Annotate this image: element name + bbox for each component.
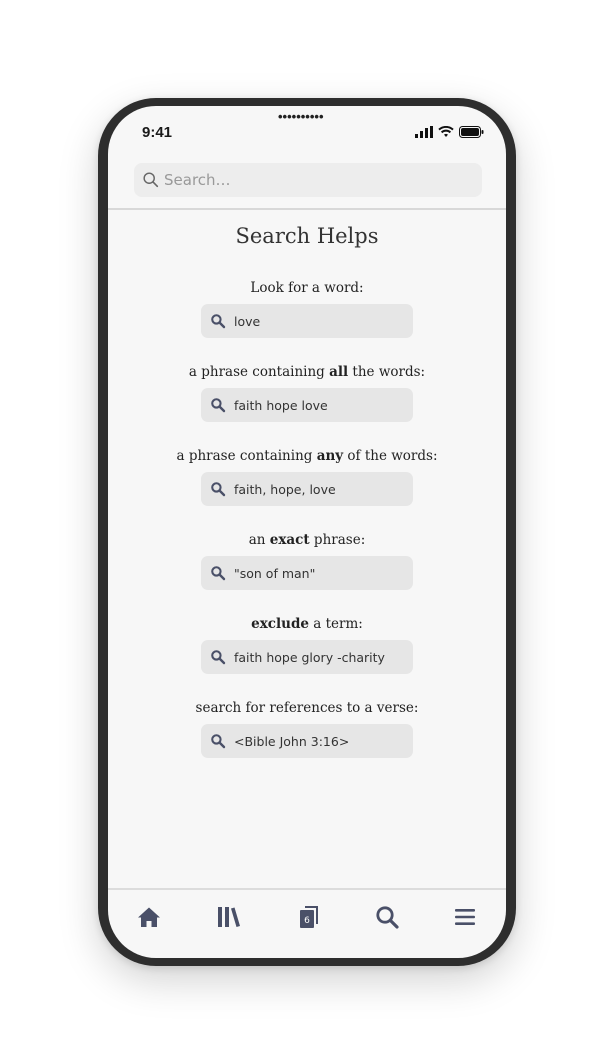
tab-search[interactable] [372, 902, 402, 932]
help-item-any-words: a phrase containing any of the words: fa… [108, 446, 506, 506]
tab-open-tabs[interactable]: 6 [294, 902, 324, 932]
search-icon [211, 566, 226, 581]
notch-indicator: •••••••••• [278, 109, 324, 124]
tab-bar: 6 [108, 896, 506, 946]
help-label: search for references to a verse: [195, 700, 419, 716]
wifi-icon [438, 126, 454, 137]
example-text: "son of man" [234, 565, 316, 581]
search-icon [211, 482, 226, 497]
app-screen: 9:41 •••••••••• Search… Search Helps Loo… [108, 106, 506, 958]
example-search-box[interactable]: faith hope love [201, 388, 413, 422]
help-label: a phrase containing any of the words: [176, 448, 438, 464]
tab-bar-divider [108, 888, 506, 890]
help-item-word: Look for a word: love [108, 278, 506, 338]
search-icon [143, 172, 159, 188]
help-item-verse-reference: search for references to a verse: <Bible… [108, 698, 506, 758]
tab-menu[interactable] [450, 902, 480, 932]
search-icon [376, 906, 399, 929]
example-text: <Bible John 3:16> [234, 733, 350, 749]
home-icon [138, 907, 160, 927]
example-search-box[interactable]: faith hope glory -charity [201, 640, 413, 674]
example-search-box[interactable]: <Bible John 3:16> [201, 724, 413, 758]
search-icon [211, 398, 226, 413]
library-icon [218, 907, 240, 927]
help-label: exclude a term: [251, 616, 363, 632]
tabs-icon: 6 [300, 906, 318, 928]
search-bar[interactable] [134, 163, 482, 197]
page-title: Search Helps [235, 224, 379, 248]
status-time: 9:41 [142, 124, 173, 141]
example-text: faith hope love [234, 397, 328, 413]
tab-library[interactable] [214, 902, 244, 932]
help-item-exclude: exclude a term: faith hope glory -charit… [108, 614, 506, 674]
example-text: faith, hope, love [234, 481, 336, 497]
example-text: love [234, 313, 261, 329]
menu-icon [455, 909, 475, 925]
status-icons [415, 126, 484, 138]
phone-frame: 9:41 •••••••••• Search… Search Helps Loo… [98, 98, 516, 966]
example-search-box[interactable]: faith, hope, love [201, 472, 413, 506]
help-item-all-words: a phrase containing all the words: faith… [108, 362, 506, 422]
search-icon [211, 650, 226, 665]
help-label: a phrase containing all the words: [188, 364, 426, 380]
tab-home[interactable] [134, 902, 164, 932]
example-search-box[interactable]: love [201, 304, 413, 338]
search-icon [211, 734, 226, 749]
help-item-exact-phrase: an exact phrase: "son of man" [108, 530, 506, 590]
search-icon [211, 314, 226, 329]
battery-icon [459, 126, 484, 138]
search-input[interactable] [164, 171, 464, 189]
header-divider [108, 208, 506, 210]
example-text: faith hope glory -charity [234, 649, 385, 665]
tabs-count-badge: 6 [304, 916, 310, 926]
help-label: Look for a word: [250, 280, 364, 296]
signal-icon [415, 126, 433, 138]
help-label: an exact phrase: [248, 532, 366, 548]
example-search-box[interactable]: "son of man" [201, 556, 413, 590]
